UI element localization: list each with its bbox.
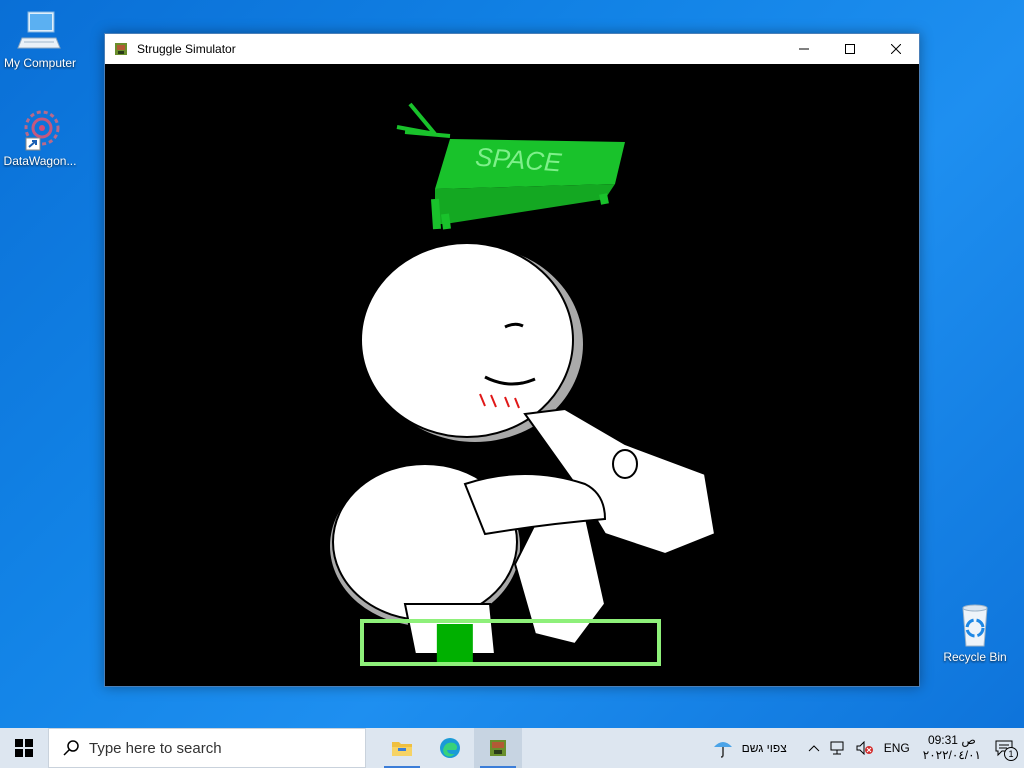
- key-label: SPACE: [474, 142, 563, 178]
- window-title: Struggle Simulator: [137, 42, 236, 56]
- chevron-up-icon: [808, 745, 820, 752]
- desktop-icon-my-computer[interactable]: My Computer: [0, 8, 80, 70]
- show-hidden-icons-button[interactable]: [808, 744, 820, 752]
- maximize-icon: [845, 44, 855, 54]
- system-tray: צפוי גשם ENG 09:31 ص ٢٠٢٢/٠٤/٠١ 1: [707, 728, 1024, 768]
- app-window[interactable]: Struggle Simulator SPACE: [104, 33, 920, 687]
- desktop-icon-label: My Computer: [3, 56, 77, 70]
- volume-muted-icon: [856, 741, 873, 755]
- search-placeholder: Type here to search: [89, 739, 222, 757]
- taskbar-search[interactable]: Type here to search: [48, 728, 366, 768]
- umbrella-icon: [713, 742, 732, 758]
- minimize-icon: [799, 48, 809, 50]
- notification-count: 1: [1004, 747, 1018, 761]
- title-bar[interactable]: Struggle Simulator: [105, 34, 919, 64]
- desktop-icon-label: Recycle Bin: [943, 650, 1007, 664]
- language-indicator[interactable]: ENG: [884, 741, 910, 755]
- close-button[interactable]: [873, 34, 919, 64]
- network-button[interactable]: [830, 741, 846, 755]
- key-body: [435, 184, 615, 224]
- desktop-icon-recycle-bin[interactable]: Recycle Bin: [935, 602, 1015, 664]
- minimize-button[interactable]: [781, 34, 827, 64]
- space-key-prompt: SPACE: [396, 102, 625, 230]
- datawagon-icon: [16, 106, 64, 152]
- taskbar-struggle-simulator[interactable]: [474, 728, 522, 768]
- app-icon: [115, 43, 127, 55]
- close-icon: [891, 44, 901, 54]
- struggle-simulator-icon: [490, 740, 506, 756]
- clock-date: ٢٠٢٢/٠٤/٠١: [922, 748, 981, 762]
- maximize-button[interactable]: [827, 34, 873, 64]
- weather-widget[interactable]: צפוי גשם: [712, 737, 787, 759]
- desktop-icon-label: DataWagon...: [3, 154, 77, 168]
- character-illustration: [330, 242, 717, 655]
- network-icon: [830, 741, 844, 755]
- volume-button[interactable]: [856, 741, 874, 755]
- start-button[interactable]: [0, 728, 48, 768]
- clock-time: 09:31 ص: [927, 733, 976, 747]
- struggle-meter: [360, 619, 661, 666]
- weather-text: צפוי גשם: [741, 741, 787, 755]
- taskbar-edge[interactable]: [426, 728, 474, 768]
- taskbar: Type here to search צפוי גשם ENG 09:31 ص…: [0, 728, 1024, 768]
- recycle-bin-icon: [951, 602, 999, 648]
- search-icon: [63, 740, 79, 756]
- struggle-meter-frame: [360, 619, 661, 666]
- folder-icon: [392, 742, 412, 756]
- game-canvas[interactable]: SPACE: [105, 64, 919, 686]
- edge-browser-icon: [440, 738, 460, 758]
- notification-center-button[interactable]: 1: [994, 739, 1018, 761]
- windows-logo-icon: [15, 739, 33, 757]
- computer-icon: [16, 8, 64, 54]
- struggle-meter-indicator: [436, 624, 473, 662]
- clock[interactable]: 09:31 ص ٢٠٢٢/٠٤/٠١: [923, 733, 981, 763]
- emphasis-lines: [396, 102, 451, 138]
- taskbar-file-explorer[interactable]: [378, 728, 426, 768]
- desktop-icon-datawagon[interactable]: DataWagon...: [0, 106, 80, 168]
